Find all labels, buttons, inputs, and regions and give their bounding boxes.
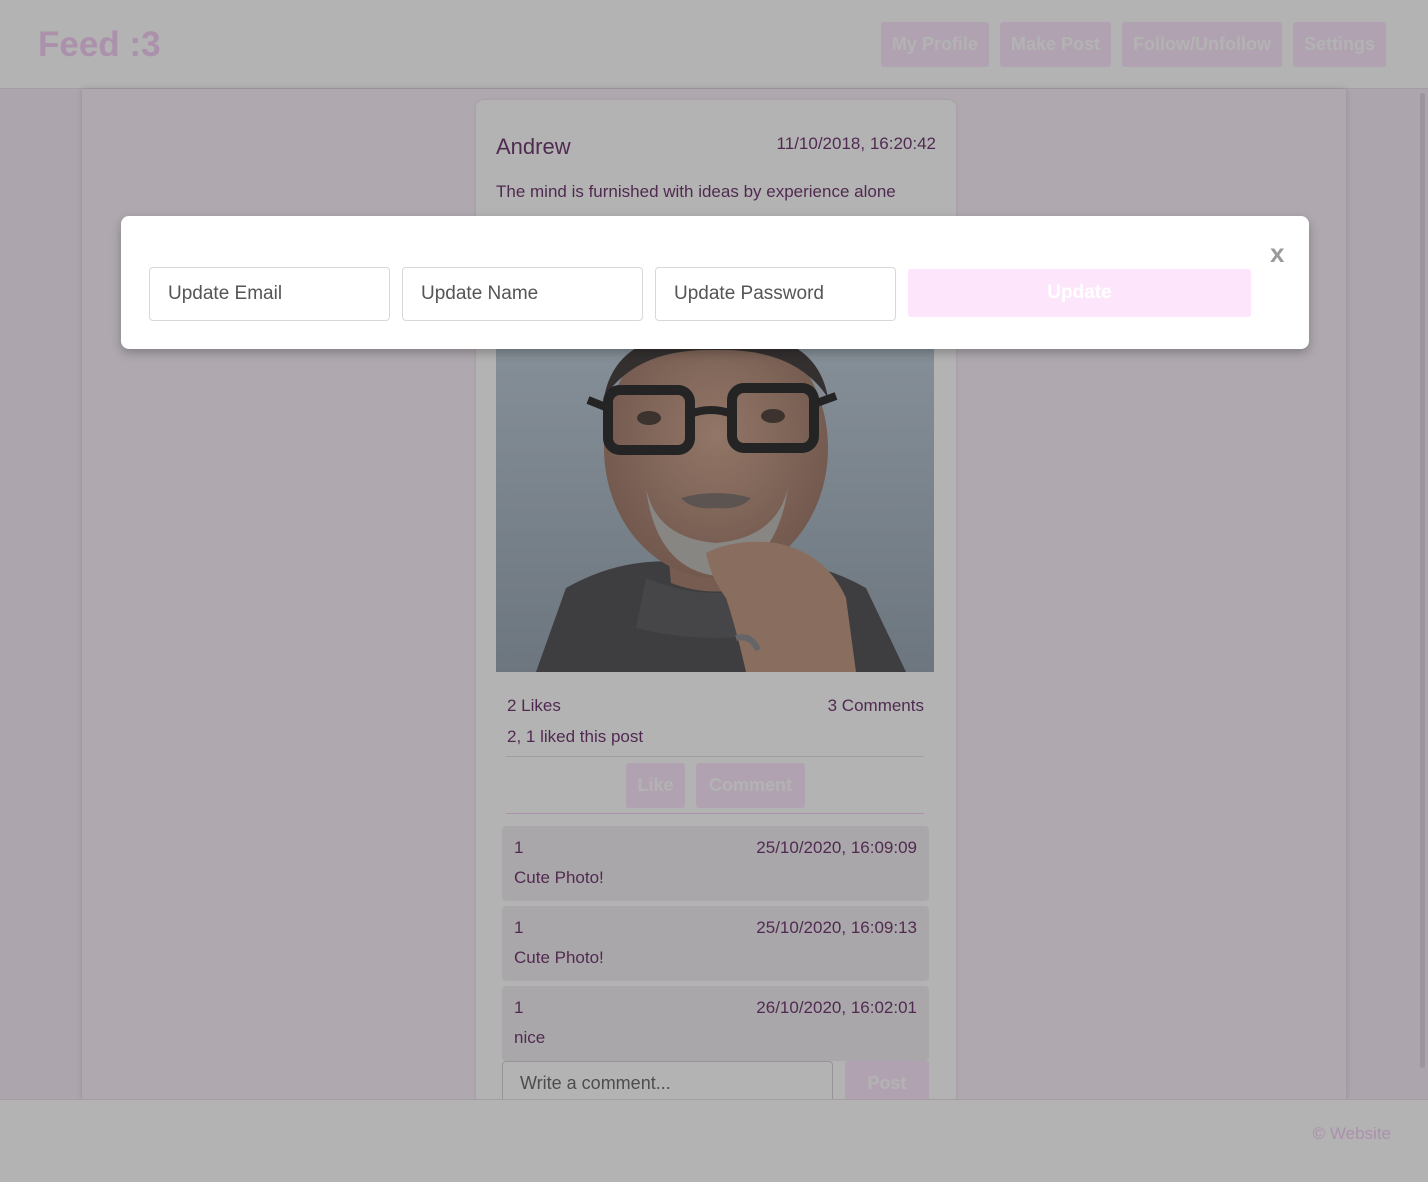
update-name-field[interactable] [402, 267, 643, 321]
update-email-field[interactable] [149, 267, 390, 321]
close-icon[interactable]: x [1270, 238, 1284, 269]
settings-modal: Update x [121, 216, 1309, 349]
update-button[interactable]: Update [908, 269, 1251, 317]
update-password-field[interactable] [655, 267, 896, 321]
modal-overlay[interactable] [0, 0, 1428, 1182]
